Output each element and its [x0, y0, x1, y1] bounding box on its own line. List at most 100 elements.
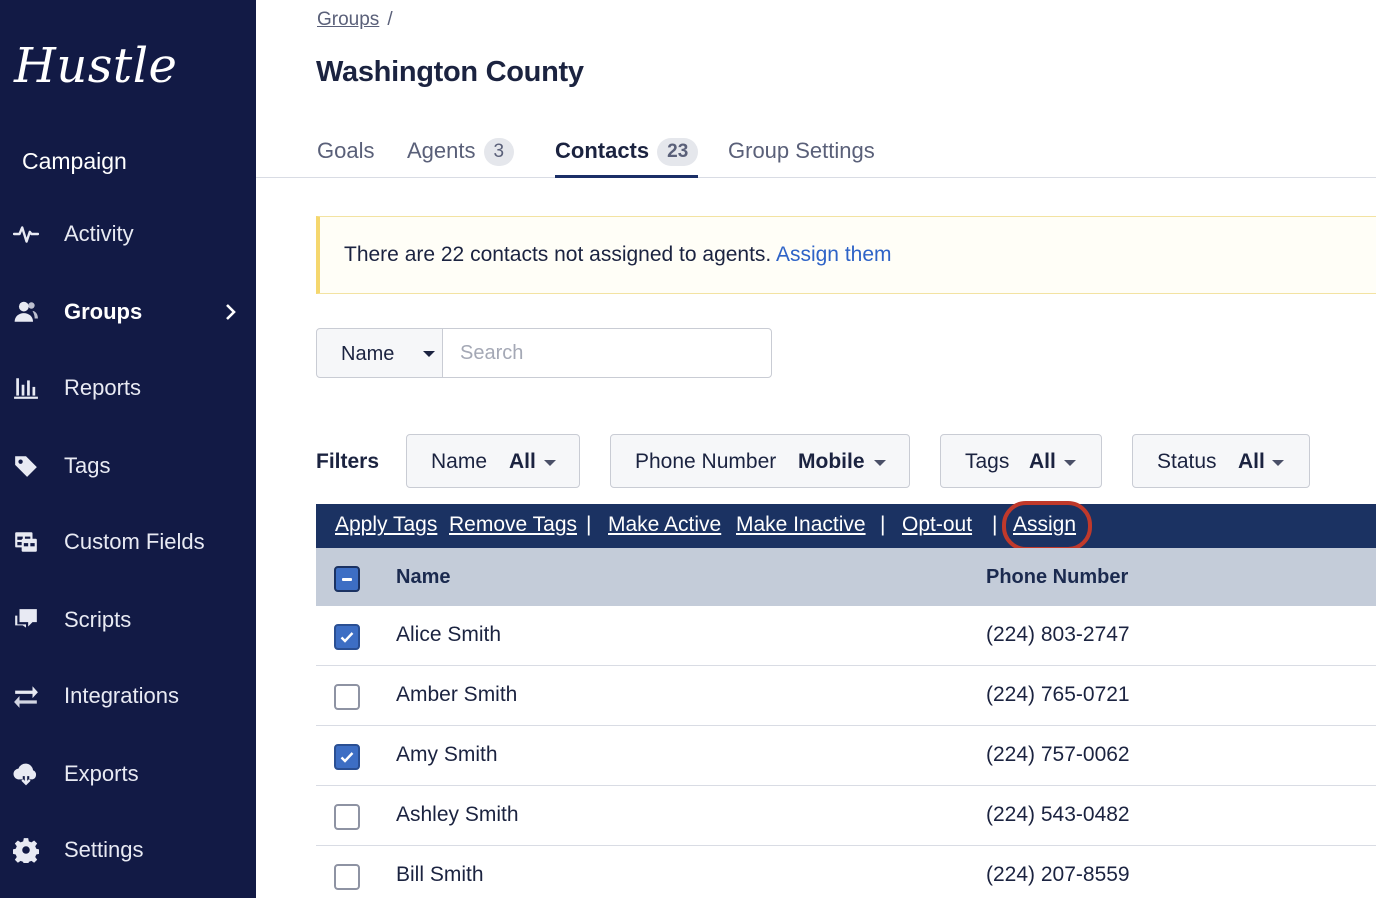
breadcrumb-groups-link[interactable]: Groups — [317, 9, 379, 30]
search-input[interactable] — [442, 328, 772, 378]
reports-icon — [12, 374, 40, 402]
make-active-button[interactable]: Make Active — [608, 513, 721, 537]
caret-down-icon — [874, 460, 886, 466]
search-field-label: Name — [341, 343, 395, 365]
activity-icon — [12, 220, 40, 248]
filters-label: Filters — [316, 450, 380, 473]
action-separator: | — [880, 513, 886, 536]
sidebar-item-label: Scripts — [64, 607, 132, 632]
checkmark-icon — [340, 632, 354, 643]
tab-label: Agents — [407, 138, 476, 163]
filter-label: Tags — [965, 450, 1010, 473]
breadcrumb: Groups / — [317, 9, 393, 31]
row-checkbox[interactable] — [334, 624, 360, 650]
assign-them-link[interactable]: Assign them — [776, 243, 892, 266]
filter-phone-number-dropdown[interactable]: Phone Number Mobile — [610, 434, 910, 488]
contact-name: Ashley Smith — [396, 803, 519, 826]
sidebar-item-label: Integrations — [64, 683, 179, 708]
sidebar-item-label: Reports — [64, 375, 142, 400]
alert-message: There are 22 contacts not assigned to ag… — [344, 243, 892, 267]
sidebar-item-settings[interactable]: Settings — [0, 828, 256, 872]
filter-label: Status — [1157, 450, 1217, 473]
contact-name: Alice Smith — [396, 623, 502, 646]
tag-icon — [12, 452, 40, 480]
row-checkbox[interactable] — [334, 744, 360, 770]
sidebar-item-integrations[interactable]: Integrations — [0, 674, 256, 718]
table-row[interactable]: Ashley Smith (224) 543-0482 — [316, 786, 1376, 846]
sidebar-item-tags[interactable]: Tags — [0, 444, 256, 488]
gear-icon — [12, 836, 40, 864]
column-header-phone[interactable]: Phone Number — [986, 566, 1128, 589]
table-row[interactable]: Bill Smith (224) 207-8559 — [316, 846, 1376, 898]
exports-icon — [12, 760, 40, 788]
sidebar-item-custom-fields[interactable]: Custom Fields — [0, 520, 256, 564]
search-field-select[interactable]: Name — [316, 328, 444, 378]
tab-group-settings[interactable]: Group Settings — [728, 138, 875, 178]
caret-down-icon — [544, 460, 556, 466]
contact-phone: (224) 207-8559 — [986, 863, 1130, 886]
hustle-logo[interactable]: Hustle — [14, 38, 177, 94]
column-header-name[interactable]: Name — [396, 566, 450, 589]
table-row[interactable]: Amy Smith (224) 757-0062 — [316, 726, 1376, 786]
row-checkbox[interactable] — [334, 804, 360, 830]
sidebar-item-reports[interactable]: Reports — [0, 366, 256, 410]
remove-tags-button[interactable]: Remove Tags — [449, 513, 577, 537]
bulk-action-bar: Apply Tags Remove Tags | Make Active Mak… — [316, 501, 1376, 551]
filter-value: All — [1029, 450, 1056, 473]
contact-name: Amber Smith — [396, 683, 518, 706]
filter-value: Mobile — [798, 450, 865, 473]
filter-value: All — [1238, 450, 1265, 473]
contacts-count-badge: 23 — [657, 138, 699, 166]
sidebar-item-label: Settings — [64, 837, 144, 862]
table-row[interactable]: Amber Smith (224) 765-0721 — [316, 666, 1376, 726]
caret-down-icon — [1272, 460, 1284, 466]
chevron-right-icon — [220, 302, 240, 322]
tab-label: Contacts — [555, 138, 650, 163]
table-header: Name Phone Number — [316, 548, 1376, 606]
filter-tags-dropdown[interactable]: Tags All — [940, 434, 1102, 488]
select-all-checkbox[interactable] — [334, 566, 360, 592]
sidebar-item-label: Custom Fields — [64, 529, 205, 554]
contact-phone: (224) 803-2747 — [986, 623, 1130, 646]
sidebar-item-exports[interactable]: Exports — [0, 752, 256, 796]
caret-down-icon — [1064, 460, 1076, 466]
sidebar-item-activity[interactable]: Activity — [0, 212, 256, 256]
sidebar-item-label: Activity — [64, 221, 134, 246]
contact-name: Bill Smith — [396, 863, 484, 886]
sidebar-item-label: Groups — [64, 299, 143, 324]
action-separator: | — [992, 513, 998, 536]
tab-label: Goals — [317, 138, 375, 163]
contact-phone: (224) 543-0482 — [986, 803, 1130, 826]
unassigned-contacts-alert: There are 22 contacts not assigned to ag… — [316, 216, 1376, 294]
sidebar-item-label: Exports — [64, 761, 139, 786]
row-checkbox[interactable] — [334, 684, 360, 710]
table-row[interactable]: Alice Smith (224) 803-2747 — [316, 606, 1376, 666]
tab-contacts[interactable]: Contacts 23 — [555, 138, 699, 178]
tab-agents[interactable]: Agents 3 — [407, 138, 515, 178]
agents-count-badge: 3 — [483, 138, 515, 166]
checkmark-icon — [340, 752, 354, 763]
make-inactive-button[interactable]: Make Inactive — [736, 513, 866, 537]
breadcrumb-separator: / — [387, 9, 393, 30]
assign-button[interactable]: Assign — [1013, 513, 1076, 537]
alert-text: There are 22 contacts not assigned to ag… — [344, 243, 776, 266]
campaign-heading[interactable]: Campaign — [22, 148, 127, 175]
apply-tags-button[interactable]: Apply Tags — [335, 513, 437, 537]
contact-name: Amy Smith — [396, 743, 498, 766]
filter-name-dropdown[interactable]: Name All — [406, 434, 580, 488]
filter-status-dropdown[interactable]: Status All — [1132, 434, 1310, 488]
tab-bar: Goals Agents 3 Contacts 23 Group Settings — [256, 132, 1376, 178]
filter-value: All — [509, 450, 536, 473]
scripts-icon — [12, 606, 40, 634]
contact-phone: (224) 757-0062 — [986, 743, 1130, 766]
opt-out-button[interactable]: Opt-out — [902, 513, 972, 537]
tab-label: Group Settings — [728, 138, 875, 163]
groups-icon — [12, 298, 40, 326]
custom-fields-icon — [12, 528, 40, 556]
tab-goals[interactable]: Goals — [317, 138, 374, 178]
sidebar-item-groups[interactable]: Groups — [0, 290, 256, 334]
sidebar-item-scripts[interactable]: Scripts — [0, 598, 256, 642]
row-checkbox[interactable] — [334, 864, 360, 890]
filter-label: Phone Number — [635, 450, 777, 473]
contact-phone: (224) 765-0721 — [986, 683, 1130, 706]
